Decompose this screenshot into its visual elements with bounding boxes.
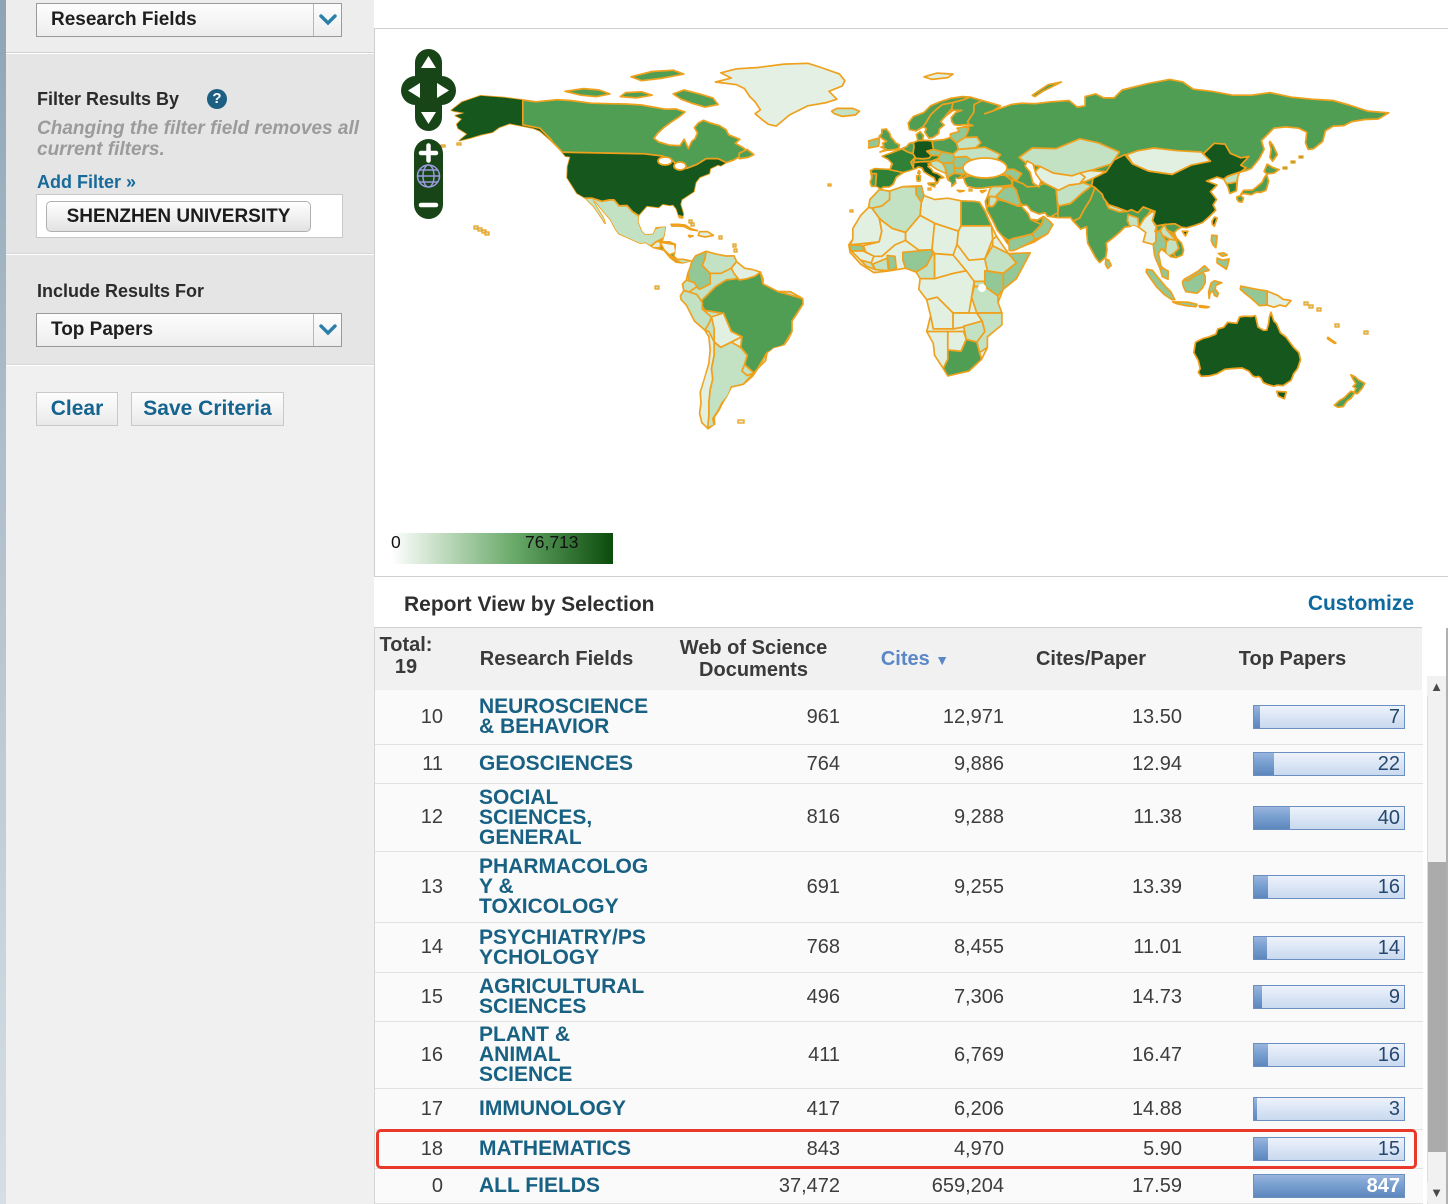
svg-text:0: 0 <box>391 532 401 552</box>
svg-text:76,713: 76,713 <box>525 532 579 552</box>
